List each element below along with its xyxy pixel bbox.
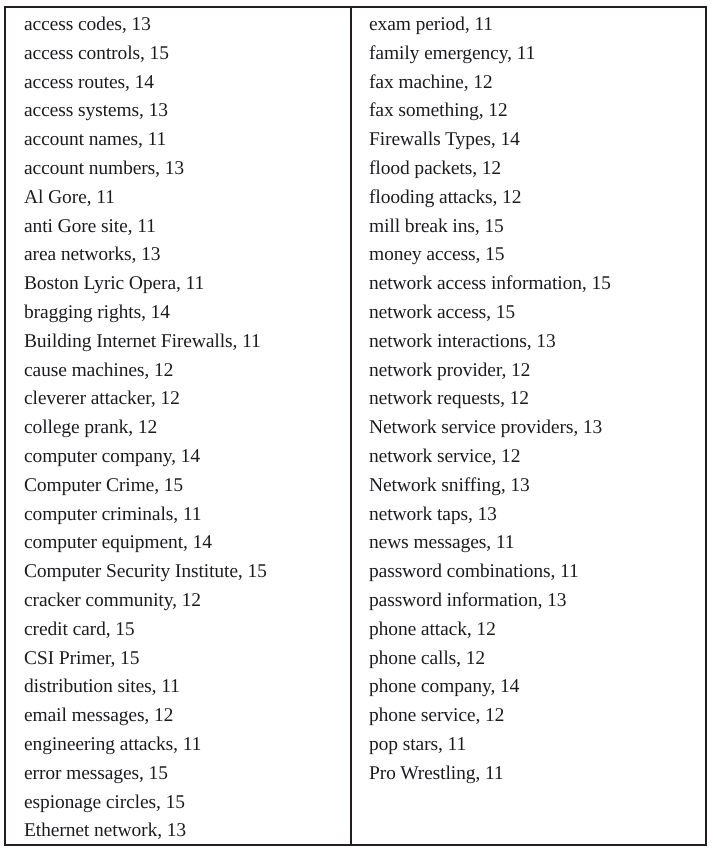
term-entry: account numbers, 13: [24, 157, 185, 179]
term-entry: Network sniffing, 13: [369, 474, 530, 496]
term-entry: college prank, 12: [24, 417, 158, 439]
term-frequency-table: access codes, 13 access controls, 15 acces…: [4, 6, 707, 846]
term-entry: network requests, 12: [369, 388, 529, 410]
term-entry: Network service providers, 13: [369, 417, 603, 439]
term-entry: fax machine, 12: [369, 71, 493, 93]
term-entry: cause machines, 12: [24, 359, 174, 381]
term-entry: computer company, 14: [24, 445, 200, 467]
term-entry: Pro Wrestling, 11: [369, 762, 504, 784]
term-entry: phone company, 14: [369, 676, 520, 698]
term-entry: Ethernet network, 13: [24, 820, 187, 842]
term-entry: password combinations, 11: [369, 561, 579, 583]
term-entry: money access, 15: [369, 244, 505, 266]
term-entry: Computer Security Institute, 15: [24, 561, 267, 583]
term-entry: network taps, 13: [369, 503, 497, 525]
term-entry: computer criminals, 11: [24, 503, 202, 525]
term-entry: access controls, 15: [24, 42, 169, 64]
term-entry: Computer Crime, 15: [24, 474, 184, 496]
term-entry: network interactions, 13: [369, 330, 556, 352]
term-entry: news messages, 11: [369, 532, 515, 554]
term-entry: network access information, 15: [369, 273, 611, 295]
term-entry: area networks, 13: [24, 244, 161, 266]
term-entry: error messages, 15: [24, 762, 168, 784]
term-entry: bragging rights, 14: [24, 301, 170, 323]
term-entry: flooding attacks, 12: [369, 186, 522, 208]
term-entry: Firewalls Types, 14: [369, 129, 520, 151]
term-entry: exam period, 11: [369, 14, 493, 35]
table-column-right: exam period, 11 family emergency, 11 fax m…: [352, 8, 705, 844]
term-entry: cleverer attacker, 12: [24, 388, 180, 410]
term-entry: password information, 13: [369, 589, 567, 611]
term-entry: phone service, 12: [369, 705, 505, 727]
term-entry: Al Gore, 11: [24, 186, 115, 208]
term-entry: phone calls, 12: [369, 647, 486, 669]
term-entry: network provider, 12: [369, 359, 531, 381]
term-entry: engineering attacks, 11: [24, 733, 202, 755]
term-entry: pop stars, 11: [369, 733, 467, 755]
term-entry: CSI Primer, 15: [24, 647, 140, 669]
term-entry: espionage circles, 15: [24, 791, 185, 813]
term-entry: flood packets, 12: [369, 157, 502, 179]
term-entry: network access, 15: [369, 301, 516, 323]
term-list-left: access codes, 13 access controls, 15 acces…: [24, 11, 350, 844]
term-entry: access codes, 13: [24, 14, 151, 35]
term-entry: family emergency, 11: [369, 42, 536, 64]
term-entry: network service, 12: [369, 445, 521, 467]
table-column-left: access codes, 13 access controls, 15 acces…: [6, 8, 352, 844]
term-entry: distribution sites, 11: [24, 676, 180, 698]
term-entry: credit card, 15: [24, 618, 135, 640]
term-entry: phone attack, 12: [369, 618, 496, 640]
term-entry: access routes, 14: [24, 71, 154, 93]
page-root: access codes, 13 access controls, 15 acces…: [0, 0, 713, 853]
term-entry: Building Internet Firewalls, 11: [24, 330, 261, 352]
term-entry: mill break ins, 15: [369, 215, 504, 237]
term-entry: anti Gore site, 11: [24, 215, 156, 237]
term-entry: computer equipment, 14: [24, 532, 212, 554]
term-entry: cracker community, 12: [24, 589, 201, 611]
term-entry: access systems, 13: [24, 100, 168, 122]
term-entry: email messages, 12: [24, 705, 174, 727]
term-entry: account names, 11: [24, 129, 167, 151]
term-list-right: exam period, 11 family emergency, 11 fax m…: [369, 11, 705, 789]
term-entry: fax something, 12: [369, 100, 508, 122]
term-entry: Boston Lyric Opera, 11: [24, 273, 205, 295]
